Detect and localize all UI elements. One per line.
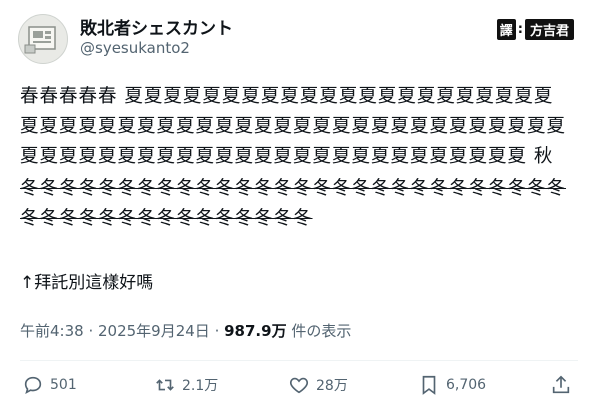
avatar-image-icon [24, 26, 56, 54]
divider [20, 360, 578, 361]
retweet-icon [156, 379, 174, 391]
post-date[interactable]: 2025年9月24日 [98, 322, 210, 340]
bookmark-count: 6,706 [446, 377, 487, 393]
tweet-line-4: 冬冬冬冬冬冬冬冬冬冬冬冬冬冬冬冬冬冬冬冬冬冬冬冬冬冬冬冬 [20, 178, 567, 199]
like-button[interactable]: 28万 [288, 374, 348, 396]
heart-icon [290, 377, 308, 394]
tweet-line-3: 夏夏夏夏夏夏夏夏夏夏夏夏夏夏夏夏夏夏夏夏夏夏夏夏夏夏 秋 [20, 146, 554, 167]
display-name[interactable]: 敗北者シェスカント [80, 14, 233, 39]
tweet-meta: 午前4:38 · 2025年9月24日 · 987.9万 件の表示 [20, 320, 351, 341]
reply-button[interactable]: 501 [22, 374, 77, 396]
action-bar: 501 2.1万 28万 6,706 [22, 374, 578, 402]
retweet-count: 2.1万 [182, 378, 219, 394]
meta-separator: · [209, 322, 225, 340]
post-time[interactable]: 午前4:38 [20, 322, 84, 340]
avatar[interactable] [18, 14, 68, 64]
meta-separator: · [83, 322, 98, 340]
share-button[interactable] [550, 374, 572, 396]
user-handle[interactable]: @syesukanto2 [80, 39, 190, 57]
tweet-line-2: 夏夏夏夏夏夏夏夏夏夏夏夏夏夏夏夏夏夏夏夏夏夏夏夏夏夏夏夏 [20, 116, 567, 137]
tweet-line-5: 冬冬冬冬冬冬冬冬冬冬冬冬冬冬冬 [20, 208, 313, 229]
share-icon [552, 375, 570, 394]
bookmark-icon [422, 375, 436, 395]
bookmark-button[interactable]: 6,706 [418, 374, 486, 396]
view-count: 987.9万 [224, 322, 287, 340]
translator-credit: 譯 : 方吉君 [496, 18, 574, 40]
credit-tag: 譯 [496, 18, 516, 40]
tweet-line-1: 春春春春春 夏夏夏夏夏夏夏夏夏夏夏夏夏夏夏夏夏夏夏夏夏夏 [20, 86, 554, 107]
view-count-label: 件の表示 [286, 322, 352, 340]
tweet-plea: ↑拜託別這樣好嗎 [20, 273, 154, 293]
reply-icon [24, 376, 42, 394]
credit-separator: : [517, 21, 523, 37]
retweet-button[interactable]: 2.1万 [154, 374, 218, 396]
credit-translator: 方吉君 [524, 18, 574, 40]
reply-count: 501 [50, 377, 77, 393]
like-count: 28万 [316, 378, 348, 394]
